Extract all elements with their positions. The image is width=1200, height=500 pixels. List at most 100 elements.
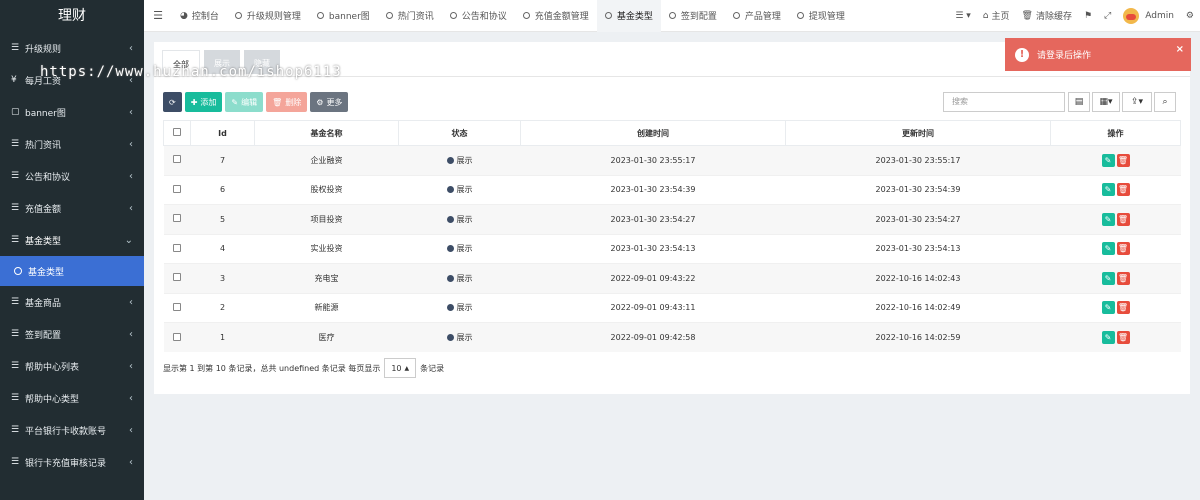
tab-label: 充值金额管理	[534, 12, 589, 22]
cell-created: 2022-09-01 09:43:11	[520, 292, 786, 323]
tab-recharge[interactable]: 充值金额管理	[515, 0, 597, 32]
row-checkbox[interactable]	[173, 332, 181, 341]
status-label: 展示	[456, 273, 473, 283]
sidebar-item-checkin[interactable]: ☰ 签到配置 ‹	[0, 318, 144, 350]
filter-tabs: 全部 展示 隐藏	[162, 50, 284, 74]
edit-row-button[interactable]: ✎	[1101, 301, 1115, 315]
sidebar-item-fund-type[interactable]: ☰ 基金类型 ⌄	[0, 224, 144, 256]
sidebar-item-label: 平台银行卡收款账号	[25, 426, 107, 437]
app-logo[interactable]: 理财	[0, 0, 144, 32]
chevron-left-icon: ‹	[129, 456, 133, 468]
fullscreen-icon[interactable]: ⤢	[1098, 11, 1117, 21]
export-button[interactable]: ⇪▾	[1122, 92, 1152, 112]
tab-hot-news[interactable]: 热门资讯	[378, 0, 442, 32]
list-icon: ☰	[11, 361, 20, 371]
delete-row-button[interactable]: 🗑	[1116, 301, 1130, 315]
column-header-updated[interactable]: 更新时间	[785, 120, 1051, 146]
clear-cache-button[interactable]: 🗑 清除缓存	[1016, 9, 1078, 23]
close-icon[interactable]: ×	[1176, 44, 1184, 55]
tab-notice[interactable]: 公告和协议	[442, 0, 515, 32]
column-header-id[interactable]: Id	[190, 120, 255, 146]
delete-row-button[interactable]: 🗑	[1116, 271, 1130, 285]
delete-row-button[interactable]: 🗑	[1116, 242, 1130, 256]
circle-icon	[604, 12, 612, 19]
edit-button[interactable]: ✎ 编辑	[225, 92, 264, 112]
sidebar-subitem-fund-type[interactable]: 基金类型	[0, 256, 144, 286]
cell-status: 展示	[398, 233, 521, 264]
tab-banner[interactable]: banner图	[309, 0, 378, 32]
cell-actions: ✎ 🗑	[1050, 204, 1181, 234]
sidebar-item-bank-recharge[interactable]: ☰ 银行卡充值审核记录 ‹	[0, 446, 144, 478]
more-button[interactable]: ⚙ 更多	[310, 92, 349, 112]
column-header-status[interactable]: 状态	[398, 120, 521, 146]
edit-row-button[interactable]: ✎	[1101, 242, 1115, 256]
tab-withdraw[interactable]: 提现管理	[789, 0, 853, 32]
select-all-checkbox[interactable]	[163, 120, 191, 146]
sidebar-item-monthly-salary[interactable]: ¥ 每月工资 ‹	[0, 64, 144, 96]
delete-row-button[interactable]: 🗑	[1116, 212, 1130, 226]
cell-id: 4	[190, 233, 255, 264]
tab-fund-type[interactable]: 基金类型	[596, 0, 661, 32]
tab-upgrade-rules[interactable]: 升级规则管理	[227, 0, 309, 32]
status-dot-icon	[446, 215, 454, 223]
delete-row-button[interactable]: 🗑	[1116, 331, 1130, 344]
search-input[interactable]: 搜索	[943, 92, 1065, 112]
edit-row-button[interactable]: ✎	[1101, 183, 1115, 197]
home-link[interactable]: ⌂ 主页	[977, 9, 1016, 23]
add-button[interactable]: ✚ 添加	[184, 92, 223, 112]
page-size-select[interactable]: 10 ▲	[384, 358, 417, 378]
sidebar-item-banner[interactable]: ▢ banner图 ‹	[0, 96, 144, 128]
sidebar-item-hot-news[interactable]: ☰ 热门资讯 ‹	[0, 128, 144, 160]
cell-created: 2022-09-01 09:43:22	[520, 263, 786, 293]
row-checkbox[interactable]	[173, 302, 181, 311]
table-row: 2 新能源 展示 2022-09-01 09:43:11 2022-10-16 …	[163, 292, 1181, 323]
filter-tab-all[interactable]: 全部	[162, 50, 200, 74]
sidebar-item-notice[interactable]: ☰ 公告和协议 ‹	[0, 160, 144, 192]
delete-row-button[interactable]: 🗑	[1116, 183, 1130, 197]
cell-id: 6	[190, 174, 255, 205]
delete-row-button[interactable]: 🗑	[1116, 153, 1130, 167]
settings-icon[interactable]: ⚙	[1180, 11, 1200, 21]
language-icon[interactable]: ⚑	[1078, 11, 1098, 21]
yen-icon: ¥	[11, 75, 17, 85]
cell-updated: 2023-01-30 23:54:13	[785, 233, 1051, 264]
row-checkbox[interactable]	[173, 243, 181, 252]
menu-toggle-icon[interactable]: ☰	[144, 9, 172, 22]
refresh-button[interactable]: ⟳	[163, 92, 182, 112]
row-checkbox[interactable]	[173, 214, 181, 223]
avatar	[1123, 7, 1140, 24]
sidebar-item-help-type[interactable]: ☰ 帮助中心类型 ‹	[0, 382, 144, 414]
sidebar-item-recharge[interactable]: ☰ 充值金额 ‹	[0, 192, 144, 224]
plus-icon: ✚	[190, 97, 198, 107]
sidebar-item-fund-products[interactable]: ☰ 基金商品 ‹	[0, 286, 144, 318]
sidebar-item-upgrade-rules[interactable]: ☰ 升级规则 ‹	[0, 32, 144, 64]
search-button[interactable]: ⌕	[1154, 92, 1176, 112]
checkbox[interactable]	[173, 128, 181, 136]
edit-row-button[interactable]: ✎	[1101, 212, 1115, 226]
list-icon: ☰	[11, 457, 20, 467]
user-menu[interactable]: Admin	[1117, 7, 1180, 24]
sidebar-item-help-list[interactable]: ☰ 帮助中心列表 ‹	[0, 350, 144, 382]
column-header-created[interactable]: 创建时间	[520, 120, 786, 146]
filter-tab-show[interactable]: 展示	[204, 50, 240, 74]
edit-row-button[interactable]: ✎	[1101, 271, 1115, 285]
row-checkbox[interactable]	[173, 184, 181, 193]
toast-message: 请登录后操作	[1037, 51, 1092, 61]
sidebar-item-bank-account[interactable]: ☰ 平台银行卡收款账号 ‹	[0, 414, 144, 446]
tab-checkin[interactable]: 签到配置	[661, 0, 725, 32]
column-header-name[interactable]: 基金名称	[254, 120, 399, 146]
tab-dashboard[interactable]: ◕ 控制台	[172, 0, 227, 32]
filter-tab-hide[interactable]: 隐藏	[244, 50, 280, 74]
delete-button[interactable]: 🗑 删除	[266, 92, 308, 112]
row-checkbox[interactable]	[173, 273, 181, 282]
cell-actions: ✎ 🗑	[1050, 322, 1181, 352]
toggle-view-button[interactable]: ▤	[1068, 92, 1090, 112]
tab-products[interactable]: 产品管理	[725, 0, 789, 32]
table-row: 6 股权投资 展示 2023-01-30 23:54:39 2023-01-30…	[163, 174, 1181, 205]
columns-button[interactable]: ▦▾	[1092, 92, 1120, 112]
tabs-dropdown-button[interactable]: ☰ ▾	[949, 11, 976, 21]
row-checkbox[interactable]	[173, 155, 181, 164]
edit-row-button[interactable]: ✎	[1101, 153, 1115, 167]
chevron-left-icon: ‹	[129, 392, 133, 404]
edit-row-button[interactable]: ✎	[1101, 331, 1115, 344]
